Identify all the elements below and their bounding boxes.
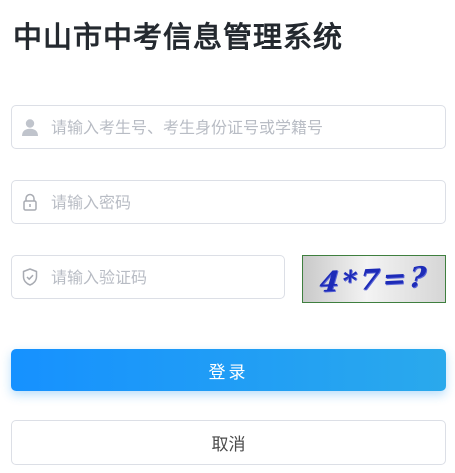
- shield-icon: [20, 267, 40, 287]
- username-input[interactable]: [51, 117, 445, 137]
- captcha-text: 4*7=?: [317, 259, 431, 299]
- login-button[interactable]: 登录: [11, 349, 446, 391]
- page-title: 中山市中考信息管理系统: [13, 20, 344, 54]
- captcha-input[interactable]: [51, 267, 284, 287]
- user-icon: [20, 117, 40, 137]
- cancel-button[interactable]: 取消: [11, 420, 446, 465]
- password-input[interactable]: [51, 192, 445, 212]
- captcha-field[interactable]: [11, 255, 285, 299]
- captcha-image[interactable]: 4*7=?: [302, 255, 446, 303]
- username-field[interactable]: [11, 105, 446, 149]
- password-field[interactable]: [11, 180, 446, 224]
- lock-icon: [20, 192, 40, 212]
